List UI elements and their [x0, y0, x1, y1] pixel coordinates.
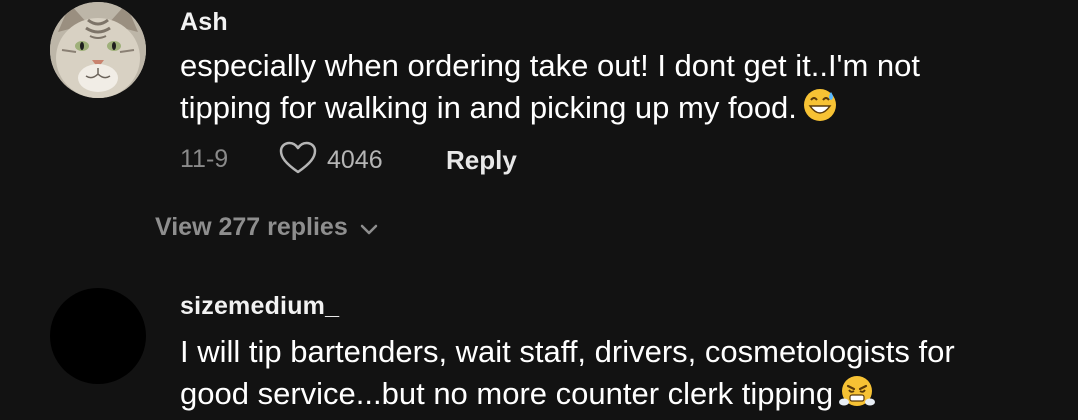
comment-text-line-2: tipping for walking in and picking up my…	[180, 87, 1060, 133]
cat-avatar-icon	[50, 2, 146, 98]
comment-text-line: I will tip bartenders, wait staff, drive…	[180, 334, 955, 369]
heart-icon[interactable]	[279, 141, 317, 180]
comment-text-line-content: tipping for walking in and picking up my…	[180, 90, 797, 125]
avatar[interactable]	[50, 2, 146, 98]
view-replies-button[interactable]: View 277 replies	[155, 213, 378, 242]
avatar[interactable]	[50, 288, 146, 384]
comment-username[interactable]: Ash	[180, 8, 228, 37]
comments-screen: Ash especially when ordering take out! I…	[0, 0, 1078, 420]
comment-text-line-content: good service...but no more counter clerk…	[180, 376, 834, 411]
like-button[interactable]: 4046	[279, 141, 383, 180]
grinning-sweat-emoji-icon	[803, 88, 837, 133]
face-with-steam-emoji-icon	[839, 374, 876, 419]
reply-button[interactable]: Reply	[446, 145, 517, 176]
comment-text-line-2: good service...but no more counter clerk…	[180, 373, 1060, 419]
comment-text: I will tip bartenders, wait staff, drive…	[180, 331, 1060, 419]
like-count: 4046	[327, 146, 383, 174]
view-replies-label: View 277 replies	[155, 213, 348, 241]
comment-text-line: especially when ordering take out! I don…	[180, 48, 921, 83]
comment-text: especially when ordering take out! I don…	[180, 45, 1060, 133]
comment-date: 11-9	[180, 145, 229, 173]
chevron-down-icon	[360, 213, 378, 242]
comment-username[interactable]: sizemedium_	[180, 292, 339, 321]
